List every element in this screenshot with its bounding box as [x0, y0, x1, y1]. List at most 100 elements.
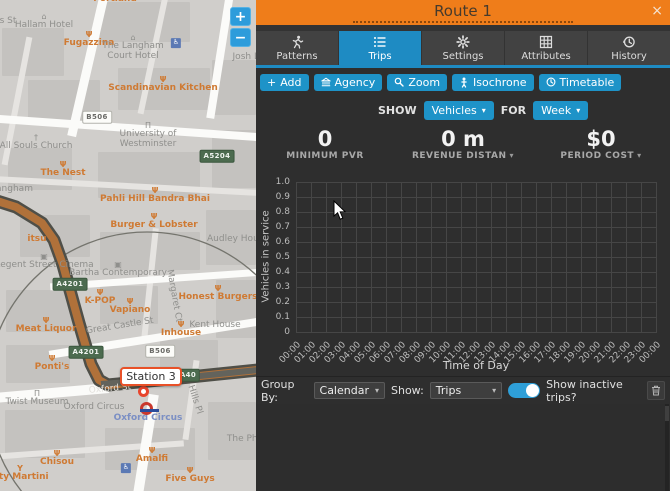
scrollbar-thumb[interactable] — [665, 406, 669, 421]
group-by-select[interactable]: Calendar ▾ — [314, 382, 385, 399]
chevron-down-icon: ▾ — [576, 106, 580, 115]
tab-patterns[interactable]: Patterns — [256, 31, 338, 65]
tab-label: Patterns — [276, 51, 317, 62]
tab-label: Settings — [442, 51, 483, 62]
road-shield: B506 — [82, 111, 112, 124]
stat-label: REVENUE DISTAN▾ — [394, 151, 532, 161]
stat-label: PERIOD COST▾ — [532, 151, 670, 161]
running-person-icon — [290, 35, 304, 49]
tab-label: Trips — [368, 51, 391, 62]
show-dropdown-value: Vehicles — [432, 104, 477, 117]
map-label: Yirty Martini — [0, 465, 49, 483]
x-axis-title: Time of Day — [296, 359, 656, 372]
trips-chart: 1.00.90.80.70.60.50.40.30.20.10 00:0001:… — [256, 170, 670, 376]
close-icon[interactable]: × — [651, 3, 663, 19]
map-label: Josh Li — [233, 53, 256, 63]
map-label: ΠUniversity of Westminster — [111, 122, 185, 150]
bank-icon — [321, 77, 331, 87]
stats-row: 0 MINIMUM PVR 0 m REVENUE DISTAN▾ $0 PER… — [256, 124, 670, 170]
stat-label: MINIMUM PVR — [256, 151, 394, 161]
map-label: ΨScandinavian Kitchen — [108, 76, 218, 94]
y-axis-title: Vehicles in service — [261, 182, 272, 332]
show-inactive-toggle[interactable] — [508, 383, 540, 398]
agency-button[interactable]: Agency — [314, 74, 383, 91]
map-zoom-in-button[interactable]: + — [230, 7, 251, 26]
add-button[interactable]: + Add — [260, 74, 309, 91]
for-dropdown-value: Week — [541, 104, 571, 117]
chevron-down-icon[interactable]: ▾ — [637, 151, 642, 160]
map-label: itsu — [27, 235, 46, 245]
chevron-down-icon: ▾ — [482, 106, 486, 115]
group-by-select-value: Calendar — [320, 384, 369, 397]
station-stop-marker[interactable] — [138, 386, 149, 397]
road-shield: A4201 — [53, 278, 88, 291]
delete-button[interactable] — [647, 381, 665, 400]
map-label: ♿ — [171, 38, 181, 48]
tab-trips[interactable]: Trips — [339, 31, 421, 65]
plus-icon: + — [267, 76, 276, 89]
chevron-down-icon[interactable]: ▾ — [510, 151, 515, 160]
map-zoom-out-button[interactable]: − — [230, 28, 251, 47]
stat-revenue-distance: 0 m REVENUE DISTAN▾ — [394, 124, 532, 170]
chevron-down-icon: ▾ — [492, 386, 496, 395]
map-label: ΨVapiano — [110, 298, 151, 316]
map-label: ΨPonti's — [35, 355, 70, 373]
clock-icon — [546, 77, 556, 87]
map-label: ΨPahli Hill Bandra Bhai — [100, 187, 210, 205]
show-label: SHOW — [378, 104, 417, 117]
app-window: B506A5204A4201A4201B506A40 s St⌂Hallam H… — [0, 0, 670, 491]
chevron-down-icon: ▾ — [375, 386, 379, 395]
map-label: Portland — [93, 0, 137, 5]
map-label: ΨMeat Liquor — [16, 317, 77, 335]
show-select-value: Trips — [436, 384, 461, 397]
tab-bar: Patterns Trips Settings Attributes Histo… — [256, 31, 670, 65]
scrollbar-track[interactable] — [665, 404, 669, 491]
underground-roundel-bar — [140, 409, 159, 412]
route-title[interactable]: Route 1 — [353, 2, 573, 23]
map-label: ΨBurger & Lobster — [110, 213, 197, 231]
stat-value: 0 m — [394, 127, 532, 151]
road-shield: A5204 — [200, 150, 235, 163]
show-trips-label: Show: — [391, 384, 424, 397]
show-select[interactable]: Trips ▾ — [430, 382, 502, 399]
for-dropdown[interactable]: Week ▾ — [533, 101, 588, 120]
group-by-label: Group By: — [261, 378, 308, 404]
magnifier-icon — [394, 77, 404, 87]
tab-label: Attributes — [521, 51, 570, 62]
map-label: ♿ — [121, 463, 131, 473]
map-label: †All Souls Church — [0, 134, 72, 152]
map-canvas[interactable]: B506A5204A4201A4201B506A40 s St⌂Hallam H… — [0, 0, 256, 491]
gear-icon — [456, 35, 470, 49]
list-icon — [373, 35, 387, 49]
toggle-knob — [526, 384, 539, 397]
add-button-label: Add — [280, 76, 301, 89]
isochrone-button-label: Isochrone — [473, 76, 526, 89]
zoom-button[interactable]: Zoom — [387, 74, 447, 91]
stat-value: 0 — [256, 127, 394, 151]
map-label: ΨThe Nest — [40, 161, 85, 179]
tab-history[interactable]: History — [588, 31, 670, 65]
trash-icon — [651, 385, 661, 396]
for-label: FOR — [501, 104, 526, 117]
map-label: Oxford Circus — [114, 414, 183, 424]
tab-attributes[interactable]: Attributes — [505, 31, 587, 65]
timetable-button[interactable]: Timetable — [539, 74, 622, 91]
map-label: ⌂The Langham Court Hotel — [96, 34, 170, 62]
person-marker-icon — [459, 77, 469, 88]
show-dropdown[interactable]: Vehicles ▾ — [424, 101, 494, 120]
station-label[interactable]: Station 3 — [120, 367, 182, 386]
route-panel: Route 1 × Patterns Trips Settings Attrib… — [256, 0, 670, 491]
station-stop-marker-dot — [141, 389, 146, 394]
map-label: ΨHonest Burgers — [178, 285, 256, 303]
map-label: Oxford Circus — [64, 403, 125, 413]
isochrone-button[interactable]: Isochrone — [452, 74, 533, 91]
timetable-button-label: Timetable — [560, 76, 615, 89]
map-label: ⌂Hallam Hotel — [15, 13, 73, 31]
panel-footer-space — [256, 404, 670, 491]
agency-button-label: Agency — [335, 76, 376, 89]
map-label: Kent House — [189, 321, 240, 331]
map-label: Langham — [0, 185, 33, 195]
tab-settings[interactable]: Settings — [422, 31, 504, 65]
trips-toolbar: + Add Agency Zoom Isochrone Timetable — [256, 68, 670, 96]
show-inactive-label: Show inactive trips? — [546, 378, 641, 404]
